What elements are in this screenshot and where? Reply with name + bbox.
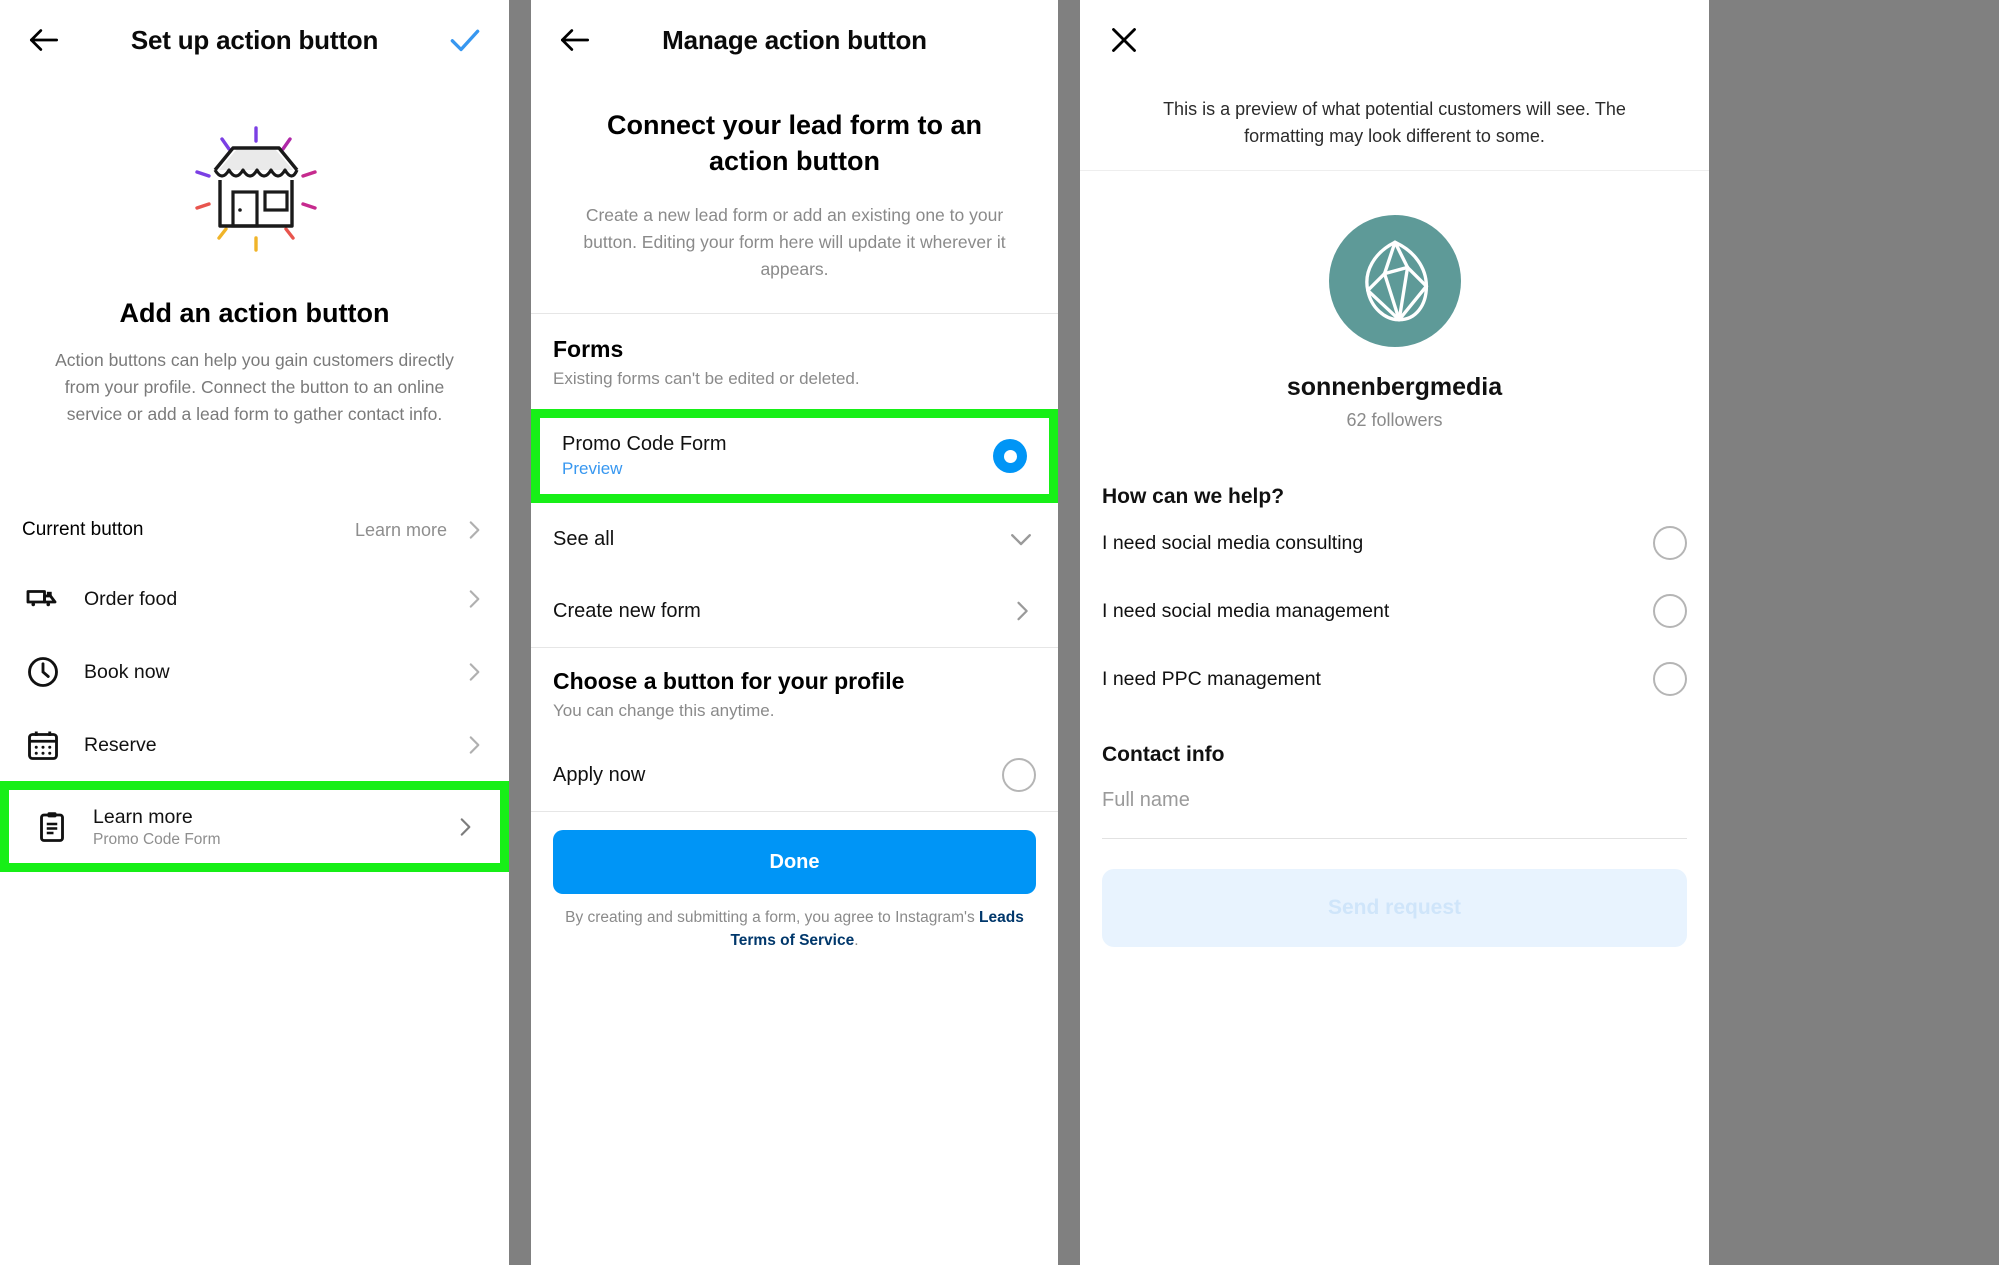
panel-manage-action-button: Manage action button Connect your lead f… — [531, 0, 1058, 1265]
clipboard-icon — [31, 809, 73, 845]
avatar — [1328, 215, 1461, 347]
delivery-truck-icon — [22, 581, 64, 617]
forms-subtitle: Existing forms can't be edited or delete… — [553, 369, 860, 389]
mid-intro-title: Connect your lead form to an action butt… — [606, 110, 983, 176]
form-name: Promo Code Form — [562, 433, 727, 456]
chevron-down-icon — [1011, 534, 1031, 546]
leaf-logo-icon — [1364, 240, 1428, 322]
tos-prefix: By creating and submitting a form, you a… — [565, 909, 980, 927]
chevron-right-icon — [469, 663, 480, 681]
left-page-title: Set up action button — [130, 24, 379, 55]
storefront-icon — [194, 126, 317, 252]
mid-intro-description: Create a new lead form or add an existin… — [583, 204, 1006, 280]
apply-now-label: Apply now — [553, 763, 646, 786]
chevron-right-icon — [469, 590, 480, 608]
option-sublabel: Promo Code Form — [93, 831, 221, 849]
confirm-button[interactable] — [443, 18, 487, 62]
send-request-button[interactable]: Send request — [1102, 869, 1687, 947]
panel-divider-1 — [509, 0, 531, 1265]
radio-selected[interactable] — [993, 439, 1027, 474]
radio-unselected[interactable] — [1002, 758, 1036, 793]
chevron-right-icon — [460, 818, 471, 836]
current-button-label: Current button — [22, 519, 144, 541]
radio-unselected[interactable] — [1653, 594, 1687, 628]
question-title: How can we help? — [1102, 485, 1285, 508]
choose-button-section-header: Choose a button for your profile You can… — [531, 648, 1058, 739]
option-label: Learn more — [93, 805, 193, 828]
preview-note: This is a preview of what potential cust… — [1080, 80, 1709, 171]
answer-option-ppc[interactable]: I need PPC management — [1080, 645, 1709, 713]
choose-button-title: Choose a button for your profile — [553, 668, 905, 695]
answer-option-consulting[interactable]: I need social media consulting — [1080, 509, 1709, 577]
forms-title: Forms — [553, 336, 624, 363]
radio-unselected[interactable] — [1653, 526, 1687, 560]
check-icon — [450, 29, 480, 52]
chevron-right-icon — [469, 521, 480, 540]
create-new-form-row[interactable]: Create new form — [531, 575, 1058, 647]
done-button[interactable]: Done — [553, 830, 1036, 895]
panel-form-preview: This is a preview of what potential cust… — [1080, 0, 1709, 1265]
follower-count: 62 followers — [1346, 410, 1443, 430]
create-new-form-label: Create new form — [553, 599, 701, 622]
option-label: Reserve — [84, 733, 157, 756]
form-row-promo-code[interactable]: Promo Code Form Preview — [540, 418, 1049, 494]
back-button-mid[interactable] — [553, 18, 597, 62]
panel-set-up-action-button: Set up action button Add an action butto… — [0, 0, 509, 1265]
left-header: Set up action button — [0, 0, 509, 80]
panel-divider-2 — [1058, 0, 1080, 1265]
mid-page-title: Manage action button — [662, 24, 927, 55]
terms-of-service-text: By creating and submitting a form, you a… — [531, 894, 1058, 953]
storefront-illustration — [0, 122, 509, 272]
current-button-row[interactable]: Current button Learn more — [0, 498, 509, 562]
option-learn-more[interactable]: Learn more Promo Code Form — [9, 790, 500, 863]
answer-label: I need social media management — [1102, 599, 1390, 622]
arrow-left-icon — [29, 29, 59, 51]
mid-header: Manage action button — [531, 0, 1058, 80]
right-header — [1080, 0, 1709, 80]
answer-label: I need PPC management — [1102, 667, 1321, 690]
send-button-wrap: Send request — [1080, 839, 1709, 947]
see-all-row[interactable]: See all — [531, 503, 1058, 575]
chevron-right-icon — [1017, 601, 1028, 621]
option-book-now[interactable]: Book now — [0, 635, 509, 708]
form-preview-link[interactable]: Preview — [562, 459, 993, 479]
tos-suffix: . — [854, 932, 859, 950]
header-spacer — [992, 18, 1036, 62]
close-icon — [1112, 28, 1136, 52]
three-panel-screenshot: Set up action button Add an action butto… — [0, 0, 1999, 1265]
full-name-input[interactable]: Full name — [1102, 789, 1687, 839]
apply-now-row[interactable]: Apply now — [531, 739, 1058, 811]
highlight-box-promo-code-form: Promo Code Form Preview — [531, 409, 1058, 504]
option-label: Order food — [84, 587, 178, 610]
contact-info-title: Contact info — [1102, 743, 1225, 766]
option-order-food[interactable]: Order food — [0, 562, 509, 635]
avatar-wrap — [1080, 215, 1709, 347]
highlight-box-learn-more: Learn more Promo Code Form — [0, 781, 509, 873]
clock-icon — [22, 654, 64, 690]
profile-handle: sonnenbergmedia — [1286, 373, 1503, 401]
radio-unselected[interactable] — [1653, 662, 1687, 696]
answer-label: I need social media consulting — [1102, 531, 1364, 554]
forms-section-header: Forms Existing forms can't be edited or … — [531, 314, 1058, 409]
arrow-left-icon — [560, 29, 590, 51]
back-button-left[interactable] — [22, 18, 66, 62]
answer-option-management[interactable]: I need social media management — [1080, 577, 1709, 645]
see-all-label: See all — [553, 527, 615, 550]
learn-more-link[interactable]: Learn more — [355, 520, 447, 541]
chevron-right-icon — [469, 736, 480, 754]
done-button-wrap: Done — [531, 812, 1058, 895]
left-hero-description: Action buttons can help you gain custome… — [55, 350, 454, 425]
choose-button-subtitle: You can change this anytime. — [553, 701, 775, 721]
left-hero-title: Add an action button — [119, 298, 390, 328]
option-label: Book now — [84, 660, 170, 683]
close-button[interactable] — [1102, 18, 1146, 62]
option-reserve[interactable]: Reserve — [0, 708, 509, 781]
calendar-icon — [22, 727, 64, 763]
